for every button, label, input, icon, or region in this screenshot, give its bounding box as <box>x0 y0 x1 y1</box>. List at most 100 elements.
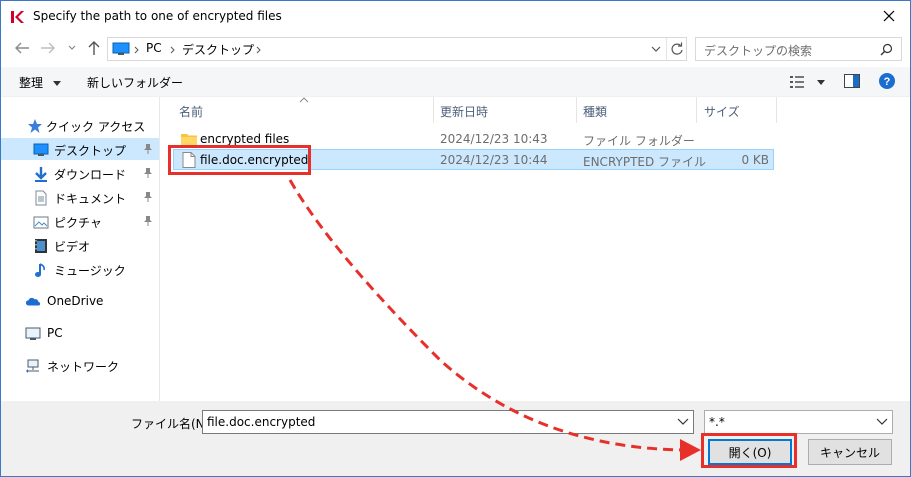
window-title: Specify the path to one of encrypted fil… <box>33 9 282 23</box>
arrow-right-icon <box>41 42 55 54</box>
open-button[interactable]: 開く(O) <box>708 439 792 465</box>
chevron-right-icon <box>134 46 139 54</box>
command-bar: 整理 新しいフォルダー ? <box>1 67 910 97</box>
file-name: file.doc.encrypted <box>200 153 309 167</box>
back-button[interactable] <box>13 39 31 57</box>
file-type-filter[interactable]: *.* <box>704 410 893 434</box>
sidebar-item-documents[interactable]: ドキュメント <box>1 186 159 208</box>
star-icon <box>28 119 42 133</box>
arrow-left-icon <box>15 42 29 54</box>
address-row: PC デスクトップ デスクトップの検索 <box>1 33 910 65</box>
filename-input[interactable]: file.doc.encrypted <box>202 410 694 434</box>
recent-locations-button[interactable] <box>63 39 81 57</box>
preview-pane-icon <box>844 74 860 88</box>
pin-icon[interactable] <box>143 167 153 179</box>
folder-icon <box>181 134 197 146</box>
file-type: ファイル フォルダー <box>583 134 695 148</box>
sidebar-item-onedrive[interactable]: OneDrive <box>1 290 159 312</box>
search-icon <box>880 43 893 56</box>
cloud-icon <box>25 297 41 306</box>
sidebar-item-pictures[interactable]: ピクチャ <box>1 210 159 232</box>
file-row-folder[interactable]: encrypted files 2024/12/23 10:43 ファイル フォ… <box>173 129 774 150</box>
organize-label: 整理 <box>19 76 44 90</box>
help-button[interactable]: ? <box>879 73 895 92</box>
sidebar-item-label: ミュージック <box>54 264 126 278</box>
navigation-pane: クイック アクセス デスクトップ ダウンロード ドキュメント ピクチャ ビデオ <box>1 97 160 401</box>
network-icon <box>26 359 39 373</box>
desktop-icon <box>33 143 49 156</box>
video-icon <box>35 239 47 253</box>
sidebar-item-label: ダウンロード <box>54 168 127 182</box>
chevron-down-icon <box>816 80 825 85</box>
sidebar-item-label: デスクトップ <box>54 144 127 158</box>
sidebar-item-label: OneDrive <box>47 294 104 308</box>
sidebar-item-label: ビデオ <box>54 240 91 254</box>
forward-button[interactable] <box>39 39 57 57</box>
search-input[interactable]: デスクトップの検索 <box>695 37 902 61</box>
sidebar-item-label: ドキュメント <box>54 192 127 206</box>
pin-icon[interactable] <box>143 191 153 203</box>
pc-icon <box>25 327 41 340</box>
column-header-modified[interactable]: 更新日時 <box>440 103 488 120</box>
chevron-down-icon <box>68 45 76 50</box>
pictures-icon <box>33 216 49 229</box>
pc-icon <box>112 42 130 55</box>
dialog-footer: ファイル名(N): file.doc.encrypted *.* 開く(O) キ… <box>1 401 910 476</box>
sidebar-item-label: クイック アクセス <box>46 120 146 134</box>
pin-icon[interactable] <box>143 215 153 227</box>
file-open-dialog: Specify the path to one of encrypted fil… <box>0 0 911 477</box>
file-modified: 2024/12/23 10:43 <box>440 132 548 146</box>
sidebar-item-label: ピクチャ <box>54 216 102 230</box>
preview-pane-button[interactable] <box>844 74 860 91</box>
sort-ascending-icon <box>299 97 309 103</box>
chevron-down-icon[interactable] <box>651 46 661 53</box>
chevron-right-icon <box>256 46 261 54</box>
new-folder-button[interactable]: 新しいフォルダー <box>87 74 183 91</box>
up-button[interactable] <box>85 39 103 57</box>
column-header-name[interactable]: 名前 <box>179 103 203 120</box>
file-icon <box>182 152 196 168</box>
view-options-button[interactable] <box>789 75 825 92</box>
chevron-down-icon <box>876 418 888 425</box>
file-modified: 2024/12/23 10:44 <box>440 153 548 167</box>
sidebar-item-downloads[interactable]: ダウンロード <box>1 162 159 184</box>
sidebar-item-pc[interactable]: PC <box>1 322 159 344</box>
file-list: 名前 更新日時 種類 サイズ encrypted files 2024/12/2… <box>161 97 910 401</box>
sidebar-item-label: ネットワーク <box>47 360 120 374</box>
column-header-type[interactable]: 種類 <box>583 103 607 120</box>
help-icon: ? <box>879 73 895 89</box>
title-bar: Specify the path to one of encrypted fil… <box>1 1 910 33</box>
sidebar-item-music[interactable]: ミュージック <box>1 258 159 280</box>
address-bar[interactable]: PC デスクトップ <box>107 37 687 61</box>
sidebar-item-videos[interactable]: ビデオ <box>1 234 159 256</box>
cancel-button[interactable]: キャンセル <box>808 439 892 465</box>
app-logo-icon <box>9 9 25 25</box>
close-icon <box>883 10 895 22</box>
chevron-down-icon <box>52 81 61 86</box>
download-icon <box>35 167 47 182</box>
details-view-icon <box>790 76 804 88</box>
pin-icon[interactable] <box>143 143 153 155</box>
breadcrumb-desktop[interactable]: デスクトップ <box>182 41 254 58</box>
sidebar-item-label: PC <box>47 326 63 340</box>
breadcrumb-pc[interactable]: PC <box>146 41 162 55</box>
sidebar-item-quick-access[interactable]: クイック アクセス <box>1 114 159 136</box>
chevron-right-icon <box>170 46 175 54</box>
file-name: encrypted files <box>200 132 290 146</box>
filename-value: file.doc.encrypted <box>207 415 316 429</box>
chevron-down-icon[interactable] <box>677 417 689 427</box>
organize-button[interactable]: 整理 <box>19 74 61 91</box>
document-icon <box>35 190 47 206</box>
file-row-selected[interactable]: file.doc.encrypted 2024/12/23 10:44 ENCR… <box>173 149 774 170</box>
music-icon <box>35 263 45 277</box>
filter-value: *.* <box>709 415 725 429</box>
sidebar-item-desktop[interactable]: デスクトップ <box>1 138 159 160</box>
file-type: ENCRYPTED ファイル <box>583 155 707 169</box>
close-button[interactable] <box>874 3 904 29</box>
column-header-size[interactable]: サイズ <box>704 103 740 120</box>
search-placeholder: デスクトップの検索 <box>704 44 813 58</box>
refresh-icon[interactable] <box>670 42 684 56</box>
arrow-up-icon <box>88 41 100 55</box>
file-size: 0 KB <box>741 153 769 167</box>
sidebar-item-network[interactable]: ネットワーク <box>1 354 159 376</box>
